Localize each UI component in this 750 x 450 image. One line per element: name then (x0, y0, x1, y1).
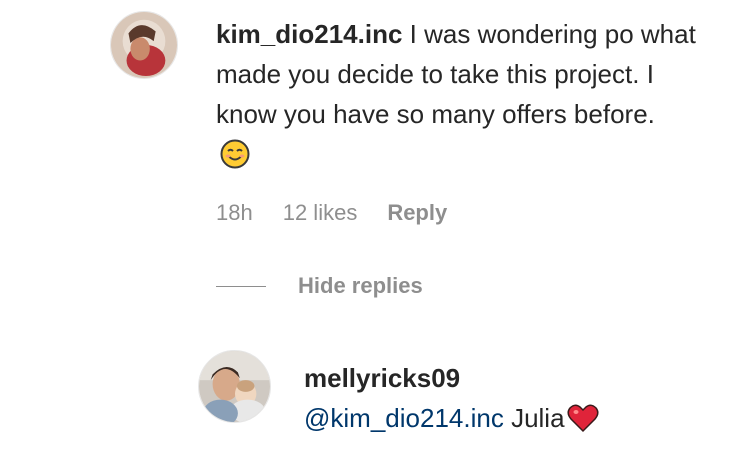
reply-text: Julia (511, 403, 565, 433)
commenter-avatar[interactable] (110, 11, 178, 79)
reply-body: mellyricks09 @kim_dio214.inc Julia (304, 358, 599, 444)
comment-timestamp: 18h (216, 200, 253, 225)
reply-username[interactable]: mellyricks09 (304, 358, 599, 398)
comment-body: kim_dio214.inc I was wondering po what m… (216, 14, 696, 180)
avatar-photo-icon (199, 351, 270, 422)
reply-avatar[interactable] (198, 350, 271, 423)
hide-replies-toggle[interactable]: Hide replies (216, 273, 423, 299)
comment-username[interactable]: kim_dio214.inc (216, 19, 402, 49)
comment-likes-count[interactable]: 12 likes (283, 200, 358, 226)
reply-button[interactable]: Reply (387, 200, 447, 226)
hide-replies-label: Hide replies (298, 273, 423, 298)
comment-meta-row: 18h 12 likes Reply (216, 200, 447, 226)
avatar-photo-icon (111, 12, 177, 78)
reply-mention-link[interactable]: @kim_dio214.inc (304, 403, 504, 433)
divider-line (216, 285, 266, 287)
smiling-face-icon (220, 139, 250, 180)
heart-icon (567, 403, 599, 444)
